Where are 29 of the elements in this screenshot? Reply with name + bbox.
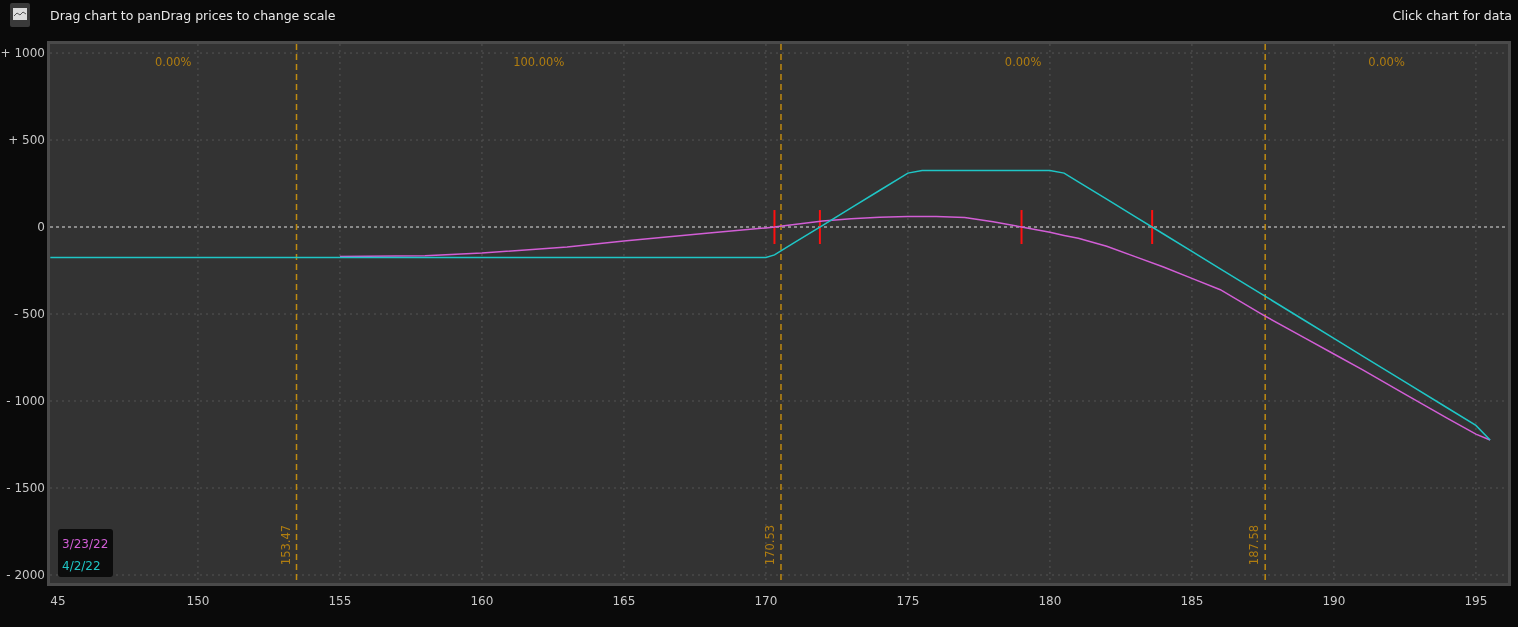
probability-label: 100.00% <box>513 55 565 69</box>
y-axis-label: + 1000 <box>0 46 45 61</box>
legend-label: 3/23/22 <box>62 537 109 551</box>
x-axis-label: 160 <box>470 594 494 608</box>
price-level-label: 153.47 <box>278 524 293 566</box>
x-axis-label: 180 <box>1038 594 1062 608</box>
chart-data-hint: Click chart for data <box>1392 7 1512 23</box>
legend-label: 4/2/22 <box>62 559 101 573</box>
price-level-label: 187.58 <box>1247 524 1262 566</box>
y-axis-label: - 500 <box>13 307 45 321</box>
price-level-label: 170.53 <box>763 524 777 566</box>
x-axis-label: 195 <box>1464 594 1488 608</box>
y-axis-label: - 1000 <box>6 394 45 408</box>
probability-label: 0.00% <box>1368 55 1405 69</box>
probability-label: 0.00% <box>155 55 192 69</box>
x-axis-label: 190 <box>1322 594 1346 608</box>
x-axis-label: 175 <box>896 594 920 608</box>
x-axis-label: 165 <box>612 594 636 608</box>
y-axis-label: 0 <box>37 220 45 235</box>
x-axis-label: 155 <box>328 594 352 608</box>
x-axis-label: 170 <box>754 594 778 608</box>
y-axis-label: + 500 <box>8 133 45 148</box>
probability-label: 0.00% <box>1004 55 1042 69</box>
x-axis-label: 185 <box>1180 594 1204 608</box>
y-axis-label: - 1500 <box>6 481 45 495</box>
x-axis-label: 150 <box>186 594 210 608</box>
x-axis-label: 45 <box>50 594 66 608</box>
chart-hint: Drag chart to panDrag prices to change scale <box>50 7 336 23</box>
y-axis-label: - 2000 <box>6 568 45 582</box>
